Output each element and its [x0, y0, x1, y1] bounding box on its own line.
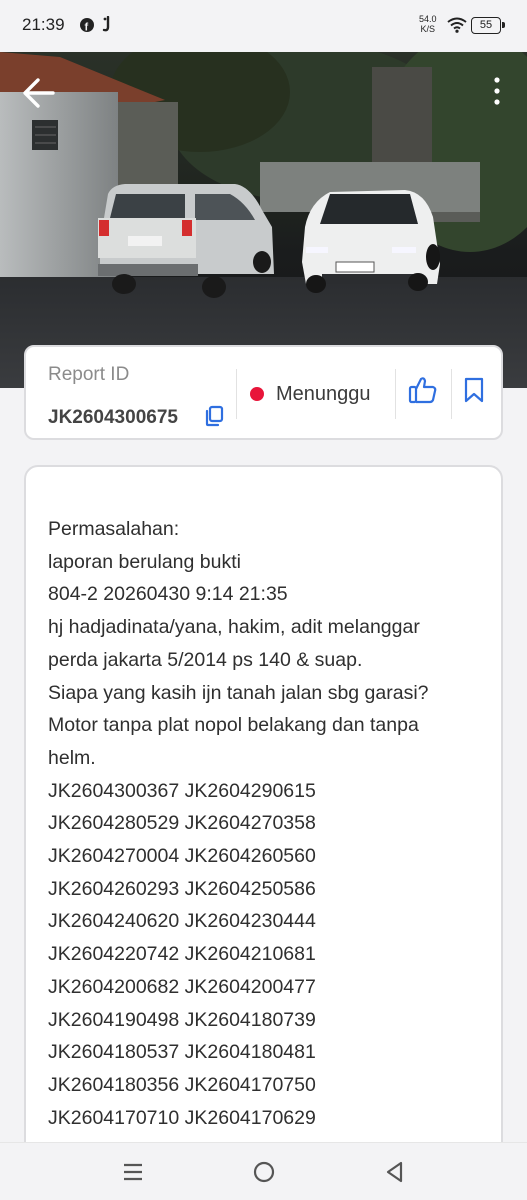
back-button[interactable] [20, 74, 58, 112]
description-line: JK2604280529 JK2604270358 [48, 812, 316, 835]
home-circle-icon [253, 1161, 275, 1183]
card-divider [236, 369, 237, 419]
menu-lines-icon [124, 1163, 142, 1181]
status-indicator-dot [250, 387, 264, 401]
description-line: Motor tanpa plat nopol belakang dan tanp… [48, 714, 419, 737]
facebook-icon: f [80, 18, 94, 34]
thumbs-up-icon [408, 377, 437, 404]
status-bar: 21:39 f 54.0 K/S 55 [0, 0, 527, 52]
bookmark-icon [464, 377, 484, 403]
card-divider [395, 369, 396, 419]
recent-apps-button[interactable] [118, 1157, 148, 1187]
description-line: JK2604270004 JK2604260560 [48, 845, 316, 868]
more-options-button[interactable] [491, 76, 503, 110]
description-line: JK2604260293 JK2604250586 [48, 877, 316, 900]
report-info-card: Report ID JK2604300675 Menunggu [24, 345, 503, 440]
description-line: JK2604180356 JK2604170750 [48, 1073, 316, 1096]
description-line: Siapa yang kasih ijn tanah jalan sbg gar… [48, 681, 429, 704]
more-vert-icon [494, 77, 500, 105]
wifi-icon [447, 17, 467, 37]
copy-report-id-button[interactable] [204, 405, 224, 427]
description-line: Permasalahan: [48, 518, 180, 540]
home-button[interactable] [249, 1157, 279, 1187]
report-description: Permasalahan: laporan berulang bukti 804-2… [48, 513, 488, 1167]
network-speed-value: 54.0 [419, 14, 437, 24]
description-line: laporan berulang bukti [48, 550, 241, 573]
navigation-bar [0, 1142, 527, 1200]
copy-icon [205, 405, 224, 427]
report-id-label: Report ID [48, 364, 130, 385]
description-line: JK2604190498 JK2604180739 [48, 1008, 316, 1031]
app-notification-icon [101, 15, 113, 35]
network-speed: 54.0 K/S [419, 14, 437, 34]
description-line: JK2604220742 JK2604210681 [48, 943, 316, 966]
svg-text:f: f [85, 22, 89, 34]
description-line: JK2604180537 JK2604180481 [48, 1041, 316, 1064]
back-triangle-icon [386, 1161, 403, 1183]
report-photo-image [0, 52, 527, 388]
description-line: JK2604300367 JK2604290615 [48, 779, 316, 802]
report-id-value: JK2604300675 [48, 407, 178, 428]
battery-icon: 55 [471, 17, 505, 34]
description-line: 804-2 20260430 9:14 21:35 [48, 583, 288, 606]
bookmark-button[interactable] [463, 377, 485, 403]
card-divider [451, 369, 452, 419]
description-line: helm. [48, 746, 96, 769]
description-line: perda jakarta 5/2014 ps 140 & suap. [48, 648, 363, 671]
report-status: Menunggu [276, 383, 371, 405]
network-speed-unit: K/S [420, 24, 436, 34]
description-line: JK2604170710 JK2604170629 [48, 1106, 316, 1129]
like-button[interactable] [408, 375, 438, 405]
description-line: hj hadjadinata/yana, hakim, adit melangg… [48, 616, 420, 639]
description-line: JK2604240620 JK2604230444 [48, 910, 316, 933]
system-back-button[interactable] [380, 1157, 410, 1187]
description-line: JK2604200682 JK2604200477 [48, 975, 316, 998]
report-photo[interactable] [0, 52, 527, 388]
arrow-left-icon [23, 78, 55, 108]
status-time: 21:39 [22, 15, 65, 34]
report-description-card: Permasalahan: laporan berulang bukti 804-2… [24, 465, 503, 1200]
